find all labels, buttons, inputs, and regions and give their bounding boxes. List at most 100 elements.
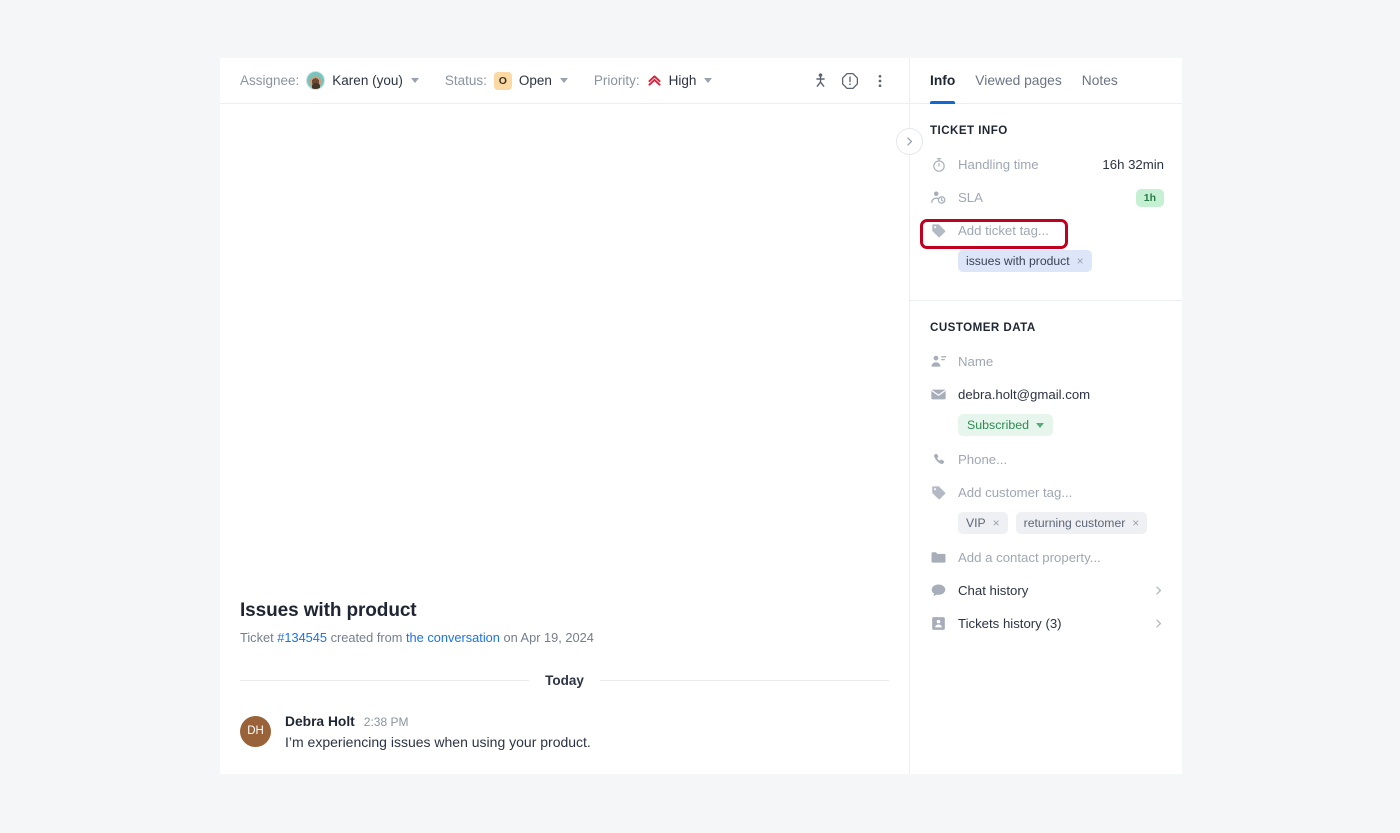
customer-email-field[interactable]: debra.holt@gmail.com	[930, 381, 1164, 408]
add-contact-property-input[interactable]: Add a contact property...	[930, 544, 1164, 571]
sla-person-clock-icon	[930, 189, 947, 206]
page-title: Issues with product	[240, 599, 417, 621]
subscription-status-wrap: Subscribed	[930, 414, 1164, 436]
status-label: Status:	[444, 73, 487, 88]
collapse-panel-button[interactable]	[896, 128, 923, 155]
sla-label: SLA	[958, 190, 983, 205]
chat-history-row[interactable]: Chat history	[930, 577, 1164, 604]
customer-tag-list: VIP × returning customer ×	[930, 512, 1164, 534]
divider-line-right	[599, 679, 890, 681]
ticket-tag-chip[interactable]: issues with product ×	[958, 250, 1092, 272]
subscription-status-dropdown[interactable]: Subscribed	[958, 414, 1053, 436]
details-tabs: Info Viewed pages Notes	[910, 58, 1182, 104]
status-badge: O	[493, 71, 512, 90]
add-ticket-tag-placeholder: Add ticket tag...	[958, 223, 1049, 238]
assignee-selector[interactable]: Assignee: Karen (you)	[240, 71, 419, 90]
chevron-down-icon	[1036, 422, 1044, 428]
customer-name-placeholder: Name	[958, 354, 994, 369]
chevron-down-icon	[410, 78, 419, 83]
ticket-meta-prefix: Ticket	[240, 629, 278, 645]
message-item: DH Debra Holt 2:38 PM I’m experiencing i…	[240, 714, 889, 752]
contact-card-icon	[930, 615, 947, 632]
add-customer-tag-placeholder: Add customer tag...	[958, 485, 1073, 500]
close-icon[interactable]: ×	[1077, 255, 1084, 267]
ticket-tag-label: issues with product	[966, 254, 1070, 268]
customer-tag-label: returning customer	[1023, 516, 1126, 530]
envelope-icon	[930, 386, 947, 403]
tag-icon	[930, 485, 947, 501]
customer-data-section: CUSTOMER DATA Name debra.holt@gmail.com …	[910, 300, 1182, 661]
close-icon[interactable]: ×	[1132, 517, 1139, 529]
ticket-info-title: TICKET INFO	[930, 124, 1008, 137]
handling-time-row: Handling time 16h 32min	[930, 151, 1164, 178]
phone-icon	[930, 452, 947, 468]
assignee-label: Assignee:	[240, 73, 300, 88]
customer-tag-chip[interactable]: VIP ×	[958, 512, 1008, 534]
divider-line-left	[240, 679, 530, 681]
alert-octagon-icon[interactable]	[835, 66, 865, 96]
customer-tag-chip[interactable]: returning customer ×	[1015, 512, 1148, 534]
customer-data-title: CUSTOMER DATA	[930, 321, 1036, 334]
ticket-meta-mid: created from	[327, 629, 406, 645]
conversation-body: Issues with product Ticket #134545 creat…	[220, 104, 909, 774]
close-icon[interactable]: ×	[993, 517, 1000, 529]
message-content: Debra Holt 2:38 PM I’m experiencing issu…	[285, 714, 591, 752]
more-vertical-icon[interactable]	[865, 66, 895, 96]
priority-label: Priority:	[593, 73, 640, 88]
sla-badge: 1h	[1135, 188, 1164, 207]
chevron-right-icon	[907, 137, 913, 146]
tag-icon	[930, 223, 947, 239]
assignee-value: Karen (you)	[332, 73, 403, 88]
ticket-info-section: TICKET INFO Handling time 16h 32min SLA …	[910, 104, 1182, 300]
tickets-history-label: Tickets history (3)	[958, 616, 1062, 631]
tab-viewed-pages[interactable]: Viewed pages	[975, 58, 1061, 103]
folder-icon	[930, 549, 947, 566]
avatar: DH	[240, 715, 271, 747]
ticket-app-card: Assignee: Karen (you) Status: O Open Pri…	[220, 58, 1182, 774]
stopwatch-icon	[930, 157, 947, 173]
chevron-down-icon	[704, 78, 713, 83]
avatar	[306, 71, 326, 90]
customer-name-field[interactable]: Name	[930, 348, 1164, 375]
tab-notes[interactable]: Notes	[1082, 58, 1118, 103]
chat-history-label: Chat history	[958, 583, 1029, 598]
message-text: I’m experiencing issues when using your …	[285, 733, 591, 750]
customer-tag-label: VIP	[966, 516, 986, 530]
add-ticket-tag-input[interactable]: Add ticket tag...	[930, 217, 1164, 244]
day-divider: Today	[240, 672, 890, 688]
priority-high-double-chevron-up-icon	[647, 73, 662, 88]
ticket-id-link[interactable]: #134545	[277, 630, 327, 645]
chevron-right-icon	[1153, 618, 1164, 629]
chat-bubble-icon	[930, 582, 947, 599]
add-customer-tag-input[interactable]: Add customer tag...	[930, 479, 1164, 506]
status-value: Open	[518, 73, 552, 88]
ticket-toolbar: Assignee: Karen (you) Status: O Open Pri…	[220, 58, 909, 104]
message-timestamp: 2:38 PM	[363, 714, 409, 729]
add-contact-property-placeholder: Add a contact property...	[958, 550, 1101, 565]
handling-time-value: 16h 32min	[1102, 157, 1164, 172]
customer-email-value: debra.holt@gmail.com	[958, 387, 1091, 402]
ticket-tag-list: issues with product ×	[930, 250, 1164, 272]
ticket-meta: Ticket #134545 created from the conversa…	[240, 630, 889, 645]
person-icon[interactable]	[805, 66, 835, 96]
person-lines-icon	[930, 353, 947, 370]
tab-info[interactable]: Info	[930, 58, 956, 104]
customer-phone-placeholder: Phone...	[958, 452, 1008, 467]
handling-time-label: Handling time	[958, 157, 1039, 172]
conversation-panel: Assignee: Karen (you) Status: O Open Pri…	[220, 58, 910, 774]
sla-row: SLA 1h	[930, 184, 1164, 211]
customer-phone-field[interactable]: Phone...	[930, 446, 1164, 473]
ticket-meta-suffix: on Apr 19, 2024	[499, 629, 594, 645]
day-label: Today	[545, 672, 584, 688]
chevron-right-icon	[1153, 585, 1164, 596]
message-header: Debra Holt 2:38 PM	[285, 714, 591, 729]
conversation-link[interactable]: the conversation	[406, 630, 500, 645]
priority-value: High	[668, 73, 697, 88]
chevron-down-icon	[559, 78, 568, 83]
subscription-status-label: Subscribed	[967, 418, 1029, 432]
message-author: Debra Holt	[285, 713, 355, 729]
status-selector[interactable]: Status: O Open	[444, 71, 568, 90]
priority-selector[interactable]: Priority: High	[594, 73, 713, 88]
tickets-history-row[interactable]: Tickets history (3)	[930, 610, 1164, 637]
details-panel: Info Viewed pages Notes TICKET INFO Hand…	[896, 58, 1182, 774]
